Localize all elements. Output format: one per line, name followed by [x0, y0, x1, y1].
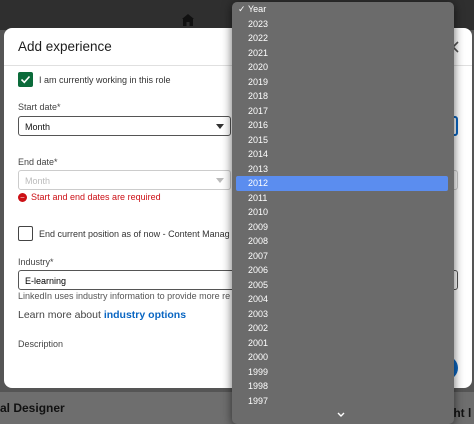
year-dropdown-menu[interactable]: ✓ Year 2023 2022 2021 2020 2019 2018 2017 2016 2…	[232, 2, 454, 424]
year-option[interactable]: 1997	[232, 394, 454, 409]
modal-title: Add experience	[18, 39, 112, 54]
year-option[interactable]: 2001	[232, 336, 454, 351]
background-job-title: al Designer	[0, 401, 65, 415]
year-header-label: Year	[248, 4, 267, 14]
year-option[interactable]: 2000	[232, 350, 454, 365]
current-role-checkbox-row[interactable]: I am currently working in this role	[18, 72, 171, 87]
year-option[interactable]: 2015	[232, 133, 454, 148]
end-month-select[interactable]: Month	[18, 170, 231, 190]
learn-more-prefix: Learn more about	[18, 309, 104, 321]
year-option[interactable]: 1999	[232, 365, 454, 380]
end-date-label: End date*	[18, 157, 58, 167]
year-option[interactable]: 2021	[232, 46, 454, 61]
year-options-list: 2023 2022 2021 2020 2019 2018 2017 2016 2015 2014…	[232, 17, 454, 409]
end-position-label: End current position as of now - Content…	[39, 228, 230, 239]
year-option[interactable]: 2002	[232, 321, 454, 336]
end-position-checkbox-row[interactable]: End current position as of now - Content…	[18, 226, 230, 241]
year-option[interactable]: 2003	[232, 307, 454, 322]
year-option[interactable]: 2016	[232, 118, 454, 133]
year-option[interactable]: 2019	[232, 75, 454, 90]
year-option[interactable]: 2022	[232, 31, 454, 46]
date-error-message: – Start and end dates are required	[18, 192, 161, 202]
year-option[interactable]: 2012	[236, 176, 448, 191]
year-option[interactable]: 2006	[232, 263, 454, 278]
year-option[interactable]: 2013	[232, 162, 454, 177]
year-option[interactable]: 2023	[232, 17, 454, 32]
industry-options-link[interactable]: industry options	[104, 309, 186, 321]
checkmark-icon	[20, 75, 31, 84]
end-month-placeholder: Month	[25, 176, 51, 186]
year-option[interactable]: 1998	[232, 379, 454, 394]
start-date-label: Start date*	[18, 102, 61, 112]
year-option[interactable]: 2010	[232, 205, 454, 220]
chevron-down-icon	[216, 124, 224, 129]
year-option[interactable]: 2011	[232, 191, 454, 206]
checkmark-icon: ✓	[238, 4, 246, 14]
chevron-down-icon[interactable]	[336, 411, 346, 419]
error-text: Start and end dates are required	[31, 192, 161, 202]
year-option[interactable]: 2005	[232, 278, 454, 293]
description-label: Description	[18, 339, 64, 349]
year-option[interactable]: 2009	[232, 220, 454, 235]
industry-label: Industry*	[18, 257, 54, 267]
learn-more-text: Learn more about industry options	[18, 309, 186, 321]
home-icon	[182, 14, 194, 26]
year-option[interactable]: 2017	[232, 104, 454, 119]
year-option[interactable]: 2008	[232, 234, 454, 249]
year-option[interactable]: 2018	[232, 89, 454, 104]
start-month-select[interactable]: Month	[18, 116, 231, 136]
year-option[interactable]: 2014	[232, 147, 454, 162]
industry-helper-text: LinkedIn uses industry information to pr…	[18, 291, 231, 301]
error-icon: –	[18, 192, 27, 202]
current-role-label: I am currently working in this role	[39, 74, 171, 85]
chevron-down-icon	[216, 178, 224, 183]
year-option[interactable]: 2004	[232, 292, 454, 307]
end-position-checkbox[interactable]	[18, 226, 33, 241]
current-role-checkbox[interactable]	[18, 72, 33, 87]
year-option[interactable]: 2020	[232, 60, 454, 75]
year-option[interactable]: 2007	[232, 249, 454, 264]
start-month-value: Month	[25, 122, 51, 132]
year-dropdown-header[interactable]: ✓ Year	[232, 2, 454, 17]
